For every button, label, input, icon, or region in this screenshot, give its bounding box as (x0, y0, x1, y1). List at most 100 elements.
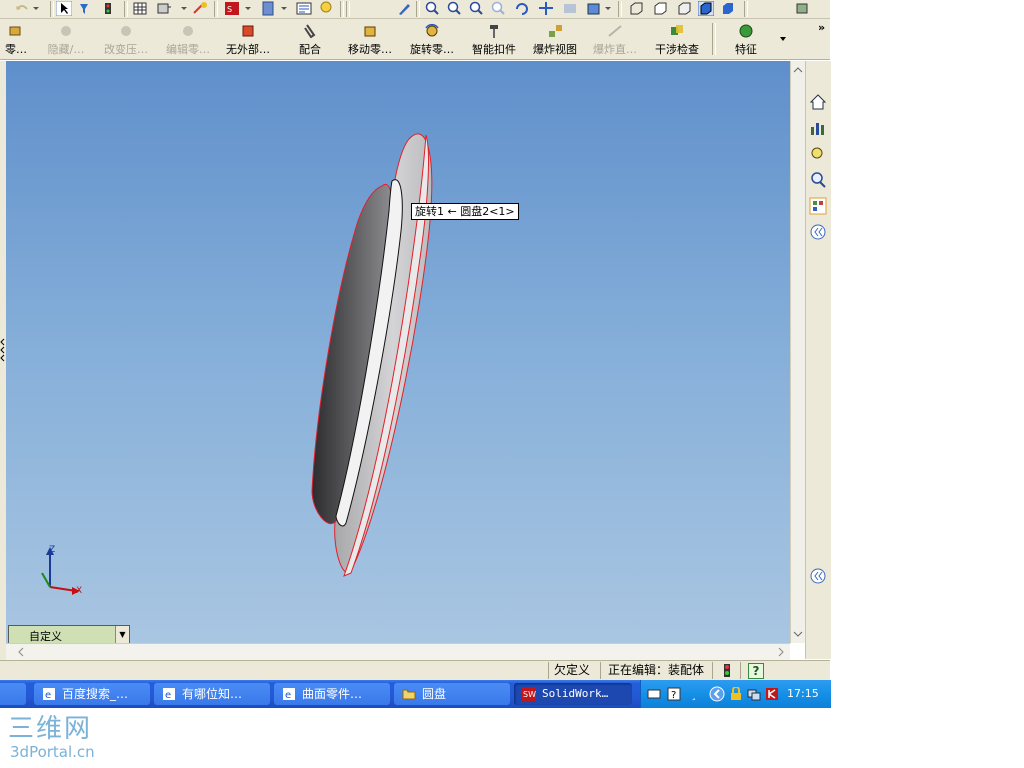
taskbar-label: SolidWork… (542, 687, 609, 700)
scroll-left-icon[interactable] (14, 645, 28, 659)
toolbar-label: 智能扣件 (472, 43, 516, 56)
scroll-right-icon[interactable] (774, 645, 788, 659)
pan-icon[interactable] (538, 1, 554, 16)
triad-z-label: Z (49, 545, 56, 555)
collapse-pane-icon[interactable] (809, 223, 827, 241)
mate-button[interactable]: 配合 (292, 21, 328, 59)
editing-status: 正在编辑：装配体 (608, 663, 705, 677)
graphics-area[interactable]: Z X (6, 61, 790, 643)
svg-text:e: e (285, 690, 291, 701)
wireframe-icon[interactable] (628, 1, 644, 16)
network-icon[interactable] (747, 687, 761, 701)
view-palette-icon[interactable] (809, 197, 827, 215)
help-icon[interactable]: ? (667, 687, 681, 701)
document-icon[interactable] (260, 1, 276, 16)
view-selector[interactable]: 自定义 ▼ (8, 625, 130, 644)
insert-component-button[interactable]: 零… (0, 21, 32, 59)
chevron-down-icon[interactable] (244, 1, 260, 16)
start-button-fragment[interactable] (0, 683, 26, 705)
taskbar-button[interactable]: e 曲面零件… (274, 683, 390, 705)
interference-detection-button[interactable]: 干涉检查 (650, 21, 704, 59)
chevron-down-icon (780, 37, 786, 41)
taskbar-button[interactable]: e 百度搜索_… (34, 683, 150, 705)
pencil-icon[interactable] (396, 1, 412, 16)
roll-view-icon[interactable] (562, 1, 578, 16)
edit-component-button[interactable]: 编辑零… (160, 21, 216, 59)
toolbar-label: 移动零… (348, 43, 392, 56)
traffic-light-icon[interactable] (100, 1, 116, 16)
bulb-icon[interactable] (318, 1, 334, 16)
features-button[interactable]: 特征 (728, 21, 764, 59)
ie-icon: e (43, 688, 55, 701)
move-component-icon (364, 26, 376, 37)
hide-show-button[interactable]: 隐藏/… (40, 21, 92, 59)
filter-icon[interactable] (78, 1, 94, 16)
toolbar-label: 特征 (735, 43, 757, 56)
rotate-component-button[interactable]: 旋转零… (404, 21, 460, 59)
view-orientation-icon[interactable] (156, 1, 172, 16)
help-button[interactable]: ? (748, 663, 764, 679)
shaded-icon[interactable] (720, 1, 736, 16)
input-method-icon[interactable]: ¸ (689, 687, 703, 701)
edit-component-icon (183, 26, 193, 36)
scroll-up-icon[interactable] (791, 63, 805, 77)
scroll-down-icon[interactable] (791, 627, 805, 641)
taskbar-button[interactable]: 圆盘 (394, 683, 510, 705)
hidden-lines-removed-icon[interactable] (676, 1, 692, 16)
zoom-selection-icon[interactable] (490, 1, 506, 16)
zoom-fit-icon[interactable] (424, 1, 440, 16)
design-library-icon[interactable] (809, 119, 827, 137)
hide-components-icon (61, 26, 71, 36)
toolbar-overflow-button[interactable]: » (818, 21, 825, 34)
toolbar-label: 爆炸视图 (533, 43, 577, 56)
taskbar-label: 有哪位知… (182, 687, 243, 701)
move-component-button[interactable]: 移动零… (342, 21, 398, 59)
search-icon[interactable] (809, 171, 827, 189)
explode-line-sketch-button[interactable]: 爆炸直… (586, 21, 644, 59)
file-explorer-icon[interactable] (809, 145, 827, 163)
horizontal-scrollbar[interactable] (6, 643, 790, 660)
select-arrow-icon[interactable] (55, 0, 73, 17)
svg-text:S: S (227, 5, 232, 14)
zoom-area-icon[interactable] (446, 1, 462, 16)
disc-model[interactable] (6, 61, 790, 643)
display-style-icon[interactable] (586, 1, 602, 16)
hidden-lines-visible-icon[interactable] (652, 1, 668, 16)
home-icon[interactable] (809, 93, 827, 111)
options-icon[interactable] (794, 1, 810, 16)
chevron-down-icon[interactable] (280, 1, 296, 16)
list-icon[interactable] (296, 1, 312, 16)
antivirus-icon[interactable] (765, 687, 779, 701)
rotate-icon[interactable] (514, 1, 530, 16)
chevron-down-icon[interactable]: ▼ (115, 626, 129, 643)
exploded-view-button[interactable]: 爆炸视图 (528, 21, 582, 59)
zoom-in-out-icon[interactable] (468, 1, 484, 16)
expand-pane-icon[interactable] (809, 567, 827, 585)
solidworks-logo-icon[interactable]: S (224, 1, 240, 16)
rebuild-icon[interactable] (192, 1, 208, 16)
features-dropdown[interactable] (778, 33, 788, 43)
change-suppression-button[interactable]: 改变压… (98, 21, 154, 59)
selection-tooltip: 旋转1 ← 圆盘2<1> (411, 203, 519, 220)
rebuild-status-icon[interactable] (720, 663, 734, 678)
keyboard-icon[interactable] (647, 687, 661, 701)
shaded-with-edges-icon[interactable] (697, 0, 715, 17)
undo-icon[interactable] (14, 1, 30, 16)
task-pane-tabs (805, 61, 831, 659)
show-hidden-icons-icon[interactable] (709, 686, 725, 702)
chevron-down-icon[interactable] (32, 1, 48, 16)
taskbar-button[interactable]: e 有哪位知… (154, 683, 270, 705)
toolbar-label: 无外部… (226, 43, 270, 56)
taskbar-button-active[interactable]: SW SolidWork… (514, 683, 632, 705)
grid-icon[interactable] (132, 1, 148, 16)
system-tray: ? ¸ 17:15 (640, 680, 831, 708)
security-lock-icon[interactable] (729, 687, 743, 701)
toolbar-label: 爆炸直… (593, 43, 637, 56)
rotate-component-icon (425, 23, 439, 37)
toolbar-label: 零… (5, 43, 27, 56)
smart-fasteners-button[interactable]: 智能扣件 (468, 21, 520, 59)
taskbar-label: 圆盘 (422, 687, 447, 701)
vertical-scrollbar[interactable] (790, 61, 806, 643)
no-external-references-button[interactable]: 无外部… (220, 21, 276, 59)
interference-icon (671, 25, 683, 35)
